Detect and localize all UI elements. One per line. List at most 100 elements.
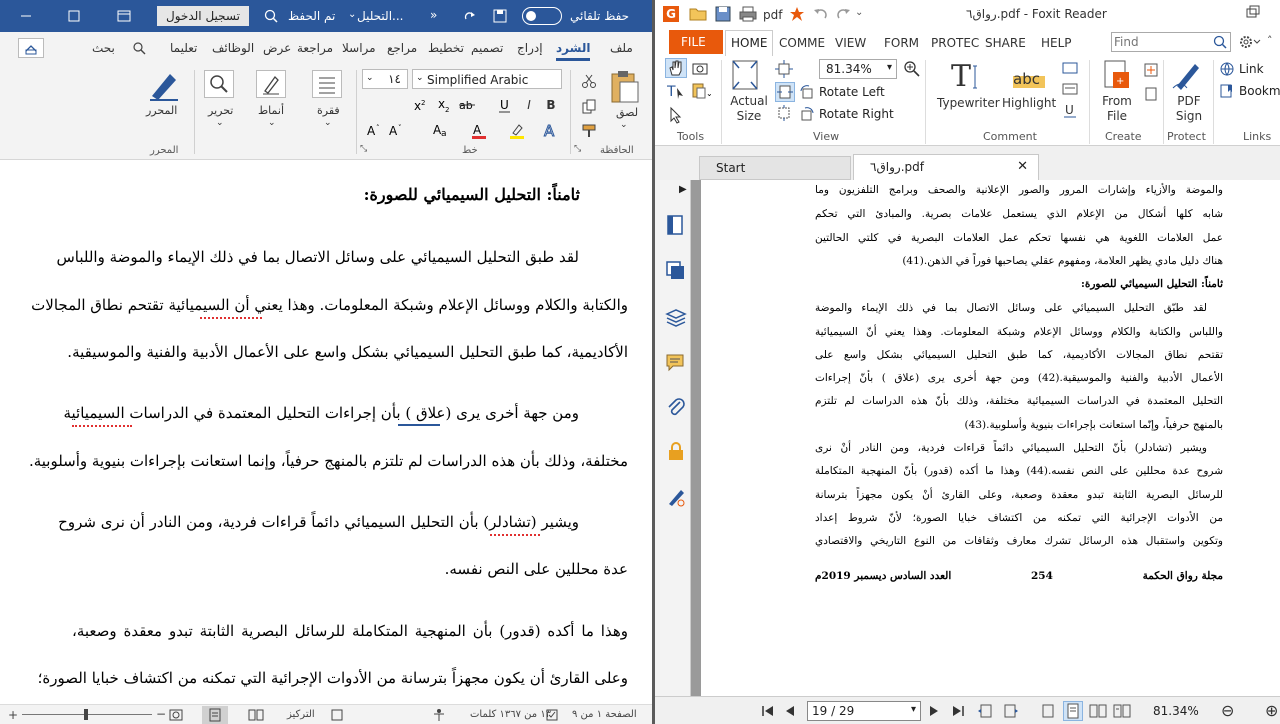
zoom-out-button[interactable]: ⊖ <box>1221 701 1234 720</box>
font-dialog-launcher[interactable]: ⤡ <box>360 144 367 154</box>
link-button[interactable]: Link <box>1219 60 1280 78</box>
fit-width-status-button[interactable] <box>1001 703 1019 719</box>
cut-button[interactable] <box>578 70 600 92</box>
tab-mailings[interactable]: مراسلا <box>342 41 376 55</box>
fit-visible-button[interactable] <box>775 104 793 122</box>
tab-review[interactable]: مراجعة <box>297 41 333 55</box>
font-size-select[interactable]: ⌄ ١٤ <box>362 69 408 89</box>
subscript-button[interactable]: x2 <box>436 94 454 116</box>
layers-panel-button[interactable] <box>665 260 687 282</box>
hand-tool-button[interactable] <box>665 58 687 78</box>
select-text-button[interactable]: T <box>667 82 685 100</box>
rotate-left-button[interactable]: Rotate Left <box>799 82 889 102</box>
vertical-scrollbar-left[interactable] <box>691 180 701 696</box>
save-button[interactable] <box>715 6 731 22</box>
pages-panel-button[interactable] <box>665 214 687 236</box>
pdf-sign-button[interactable]: PDF Sign <box>1167 58 1211 128</box>
login-button[interactable]: تسجيل الدخول <box>157 6 249 26</box>
copy-button[interactable] <box>578 96 600 118</box>
web-layout-button[interactable] <box>168 708 184 722</box>
find-box[interactable] <box>1111 32 1231 52</box>
tab-comment[interactable]: COMME <box>779 36 825 50</box>
tab-protect[interactable]: PROTEC <box>931 36 979 50</box>
zoom-slider[interactable] <box>22 709 152 720</box>
zoom-slider-thumb[interactable] <box>84 709 88 720</box>
zoom-in-button[interactable]: + <box>8 708 18 722</box>
paste-button[interactable]: لصق ⌄ <box>604 68 644 132</box>
font-name-select[interactable]: ⌄ Simplified Arabic <box>412 69 562 89</box>
clipboard-dialog-launcher[interactable]: ⤡ <box>574 144 581 154</box>
tab-share[interactable]: SHARE <box>985 36 1026 50</box>
create-blank-button[interactable] <box>1143 86 1159 102</box>
grow-font-button[interactable]: x2 <box>412 94 430 116</box>
tab-addins[interactable]: الوظائف <box>212 41 254 55</box>
grow-size-button[interactable]: A ˄ <box>366 118 384 142</box>
tab-view[interactable]: VIEW <box>835 36 866 50</box>
share-button[interactable] <box>18 38 44 58</box>
text-effects-button[interactable]: A <box>540 118 562 142</box>
single-page-button[interactable] <box>1041 703 1055 719</box>
tab-file[interactable]: FILE <box>669 30 723 54</box>
next-page-button[interactable] <box>927 704 941 718</box>
note-button[interactable] <box>1061 60 1079 76</box>
attachments-panel-button[interactable] <box>665 396 687 418</box>
underline-button[interactable]: U <box>496 94 514 116</box>
highlight-button[interactable]: abc Highlight <box>999 58 1059 118</box>
save-state-dropdown[interactable]: ⌄ <box>348 9 356 20</box>
open-button[interactable] <box>689 6 707 22</box>
zoom-in-status-button[interactable]: ⊕ <box>1265 701 1278 720</box>
zoom-select[interactable]: 81.34% ▾ <box>819 59 897 79</box>
create-more-button[interactable] <box>1143 62 1159 78</box>
fit-page-button[interactable] <box>775 60 793 78</box>
previous-page-button[interactable] <box>783 704 797 718</box>
font-color-button[interactable]: A <box>468 118 490 142</box>
qat-dropdown[interactable]: ⌄ <box>855 7 863 18</box>
undo-button[interactable] <box>813 6 829 22</box>
restore-button[interactable] <box>66 8 86 24</box>
foxit-logo-icon[interactable]: G <box>663 6 679 22</box>
tab-document[interactable]: رواق٦.pdf ✕ <box>853 154 1039 180</box>
select-tool-button[interactable] <box>667 106 685 124</box>
rotate-right-button[interactable]: Rotate Right <box>799 104 895 124</box>
redo-button[interactable] <box>462 8 478 24</box>
comments-panel-button[interactable] <box>665 352 687 374</box>
tab-form[interactable]: FORM <box>884 36 919 50</box>
shrink-font-button[interactable]: A ˅ <box>388 118 406 142</box>
fit-page-status-button[interactable] <box>977 703 995 719</box>
find-input[interactable] <box>1114 34 1208 50</box>
menu-toggle-button[interactable] <box>1245 4 1261 20</box>
tab-home[interactable]: HOME <box>725 30 773 56</box>
accessibility-icon[interactable] <box>432 708 446 722</box>
tab-home[interactable]: الشرد <box>556 41 591 61</box>
redo-button[interactable] <box>835 6 851 22</box>
save-button[interactable] <box>492 8 508 24</box>
minimize-button[interactable] <box>18 8 46 24</box>
pdf-button[interactable]: pdf <box>763 6 785 22</box>
proofing-icon[interactable] <box>545 708 559 722</box>
from-file-button[interactable]: + From File <box>1095 58 1139 128</box>
word-count[interactable]: ١٣ من ١٣٦٧ كلمات <box>470 709 551 720</box>
ribbon-display-button[interactable] <box>116 8 136 24</box>
snapshot-button[interactable] <box>691 60 709 76</box>
focus-label[interactable]: التركيز <box>287 709 315 720</box>
fit-width-button[interactable] <box>775 82 795 102</box>
title-search-icon[interactable] <box>263 8 279 24</box>
tab-file[interactable]: ملف <box>610 41 633 55</box>
bookmark-button[interactable]: Bookma <box>1219 82 1280 100</box>
highlight-button[interactable] <box>506 118 528 142</box>
settings-button[interactable] <box>1239 34 1261 50</box>
paragraph-button[interactable]: فقرة ⌄ <box>308 68 348 128</box>
format-painter-button[interactable] <box>578 120 600 142</box>
security-panel-button[interactable] <box>665 440 687 462</box>
qat-more-button[interactable]: » <box>430 8 437 22</box>
first-page-button[interactable] <box>761 704 775 718</box>
zoom-out-button[interactable]: − <box>156 707 166 721</box>
callout-button[interactable] <box>1061 82 1079 98</box>
autosave-toggle[interactable] <box>522 7 562 25</box>
tab-layout[interactable]: تخطيط <box>428 41 464 55</box>
zoom-in-button[interactable] <box>903 60 921 78</box>
tab-view[interactable]: عرض <box>263 41 291 55</box>
close-tab-icon[interactable]: ✕ <box>1017 159 1028 174</box>
continuous-page-button[interactable] <box>1063 701 1083 721</box>
zoom-level[interactable]: 81.34% <box>1153 704 1199 718</box>
